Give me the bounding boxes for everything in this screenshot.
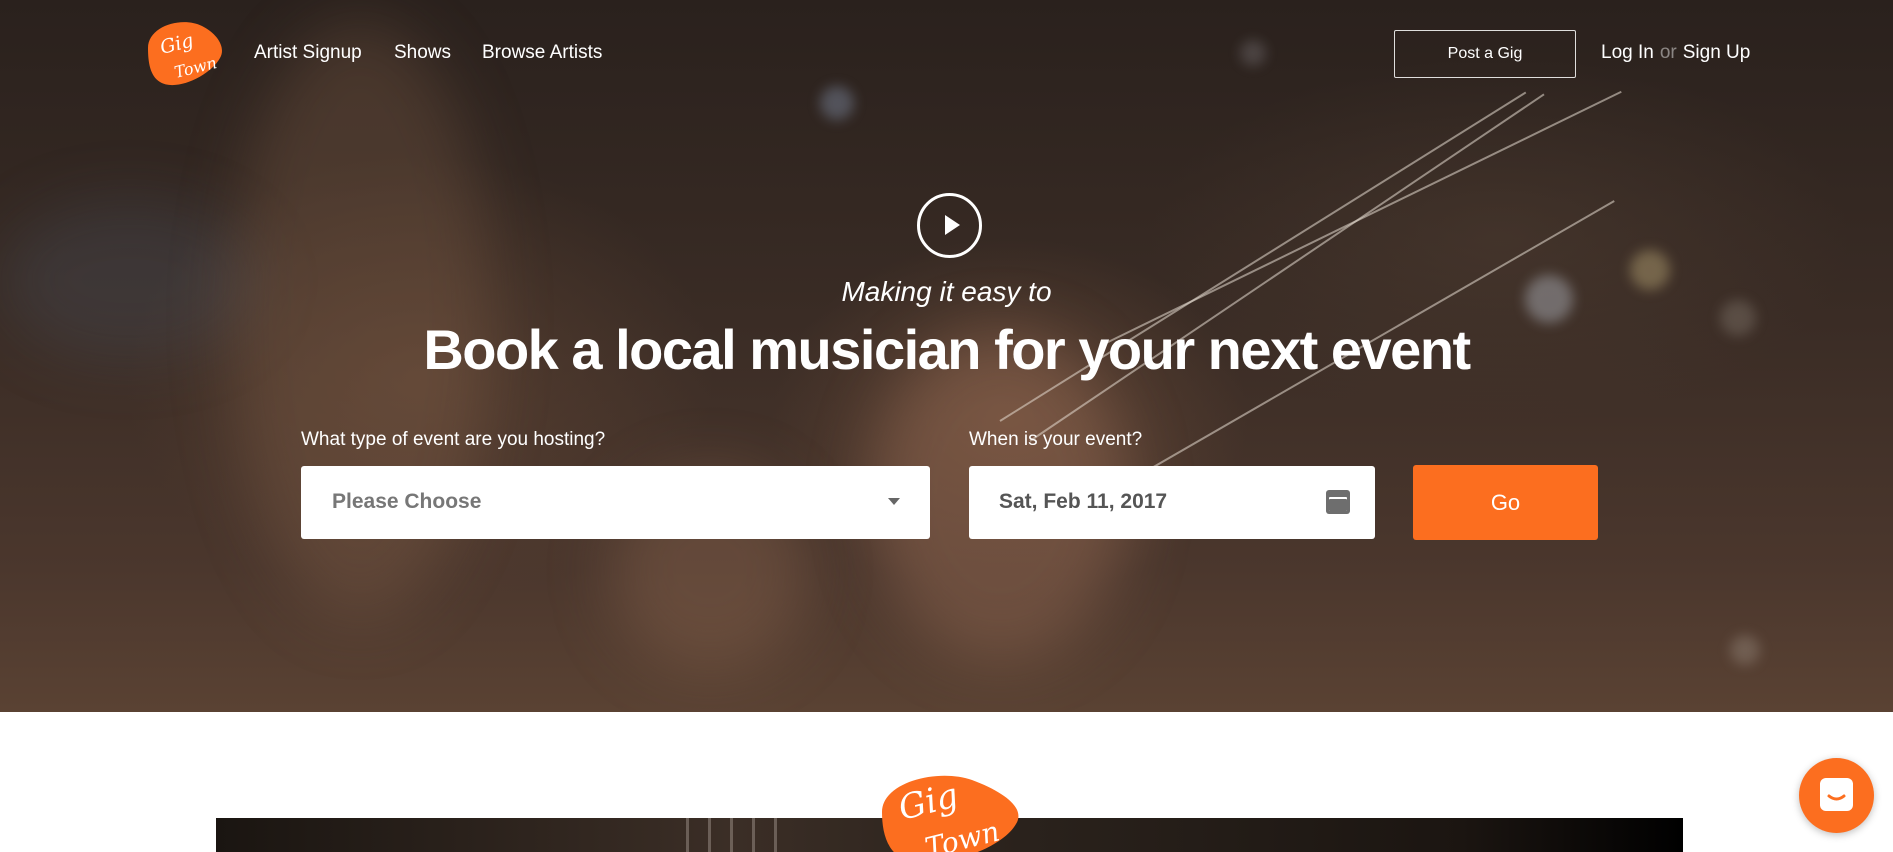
video-fret [730, 818, 733, 852]
video-fret [774, 818, 777, 852]
event-date-value: Sat, Feb 11, 2017 [999, 490, 1168, 513]
login-link[interactable]: Log In [1601, 42, 1654, 63]
gigtown-logo[interactable]: Gig Town [142, 18, 224, 88]
play-video-button[interactable] [917, 193, 982, 258]
nav-artist-signup[interactable]: Artist Signup [254, 41, 362, 65]
hero-tagline: Making it easy to [841, 276, 1052, 307]
event-type-select[interactable]: Please Choose [301, 466, 930, 539]
video-fret [752, 818, 755, 852]
event-type-value: Please Choose [332, 490, 482, 513]
hero-headline: Book a local musician for your next even… [423, 318, 1471, 381]
go-button[interactable]: Go [1413, 465, 1598, 540]
event-type-label: What type of event are you hosting? [301, 429, 606, 450]
post-a-gig-button[interactable]: Post a Gig [1394, 30, 1576, 78]
nav-browse-artists[interactable]: Browse Artists [482, 41, 602, 65]
signup-link[interactable]: Sign Up [1683, 42, 1751, 63]
event-date-label: When is your event? [969, 429, 1143, 450]
gigtown-logo-large: Gig Town [882, 775, 1019, 852]
hero-bg-bokeh [1730, 635, 1760, 665]
chevron-down-icon [888, 498, 900, 505]
auth-links: Log In or Sign Up [1601, 41, 1750, 65]
event-date-input[interactable]: Sat, Feb 11, 2017 [969, 466, 1375, 539]
chat-icon [1820, 778, 1853, 811]
video-fret [708, 818, 711, 852]
calendar-icon[interactable] [1326, 490, 1350, 514]
play-icon [945, 215, 960, 235]
hero-bg-bokeh [820, 86, 854, 120]
chat-launcher-button[interactable] [1799, 758, 1874, 833]
nav-shows[interactable]: Shows [394, 41, 451, 65]
auth-separator: or [1659, 42, 1677, 63]
video-fret [686, 818, 689, 852]
hero-bg-bokeh [1240, 40, 1266, 66]
